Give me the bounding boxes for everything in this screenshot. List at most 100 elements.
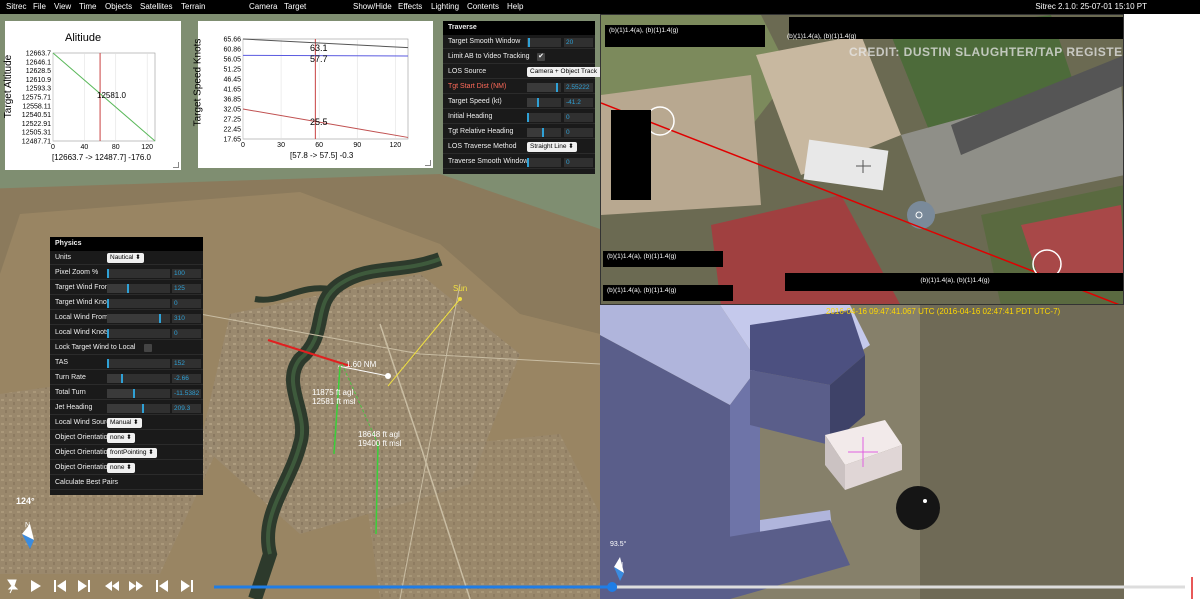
slider-knob[interactable]	[107, 269, 109, 278]
slider-knob[interactable]	[159, 314, 162, 323]
traverse-row[interactable]: Initial Heading 0	[443, 110, 595, 124]
traverse-row[interactable]: Limit AB to Video Tracking ✔	[443, 50, 595, 64]
slider-knob[interactable]	[107, 359, 109, 368]
menu-view[interactable]: View	[54, 2, 71, 11]
physics-value-field[interactable]: 0	[172, 299, 201, 308]
slider-knob[interactable]	[527, 113, 529, 122]
slider-knob[interactable]	[528, 38, 531, 47]
physics-row[interactable]: Jet Heading 209.3	[50, 401, 203, 415]
video-view[interactable]: (b)(1)1.4(a), (b)(1)1.4(g) (b)(1)1.4(a),…	[600, 14, 1124, 305]
physics-slider[interactable]	[107, 404, 170, 413]
traverse-row[interactable]: Tgt Start Dist (NM) 2.55222	[443, 80, 595, 94]
physics-row[interactable]: TAS 152	[50, 356, 203, 370]
physics-slider[interactable]	[107, 389, 170, 398]
physics-title[interactable]: Physics	[50, 237, 203, 251]
altitude-chart-panel[interactable]: 12663.7 12646.1 12628.5 12610.9 12593.3 12575…	[3, 21, 181, 170]
menu-lighting[interactable]: Lighting	[431, 2, 459, 11]
physics-select[interactable]: frontPointing ⬍	[107, 448, 157, 458]
slider-knob[interactable]	[107, 329, 109, 338]
traverse-select[interactable]: Straight Line ⬍	[527, 142, 577, 152]
step-forward-icon[interactable]	[75, 578, 93, 594]
traverse-value-field[interactable]: 0	[564, 128, 593, 137]
skip-start-icon[interactable]	[153, 578, 171, 594]
traverse-slider[interactable]	[527, 38, 561, 47]
physics-row[interactable]: Total Turn -11.5382	[50, 386, 203, 400]
traverse-slider[interactable]	[527, 98, 561, 107]
menu-satellites[interactable]: Satellites	[140, 2, 172, 11]
physics-select[interactable]: none ⬍	[107, 463, 135, 473]
menu-effects[interactable]: Effects	[398, 2, 422, 11]
traverse-value-field[interactable]: 0	[564, 158, 593, 167]
physics-row[interactable]: Object Orientation type none ⬍	[50, 461, 203, 475]
traverse-slider[interactable]	[527, 113, 561, 122]
traverse-value-field[interactable]: 20	[564, 38, 593, 47]
physics-row[interactable]: Units Nautical ⬍	[50, 251, 203, 265]
physics-row[interactable]: Object Orientation type none ⬍	[50, 431, 203, 445]
slider-knob[interactable]	[536, 98, 539, 107]
look-view[interactable]: 2016-04-16 09:47:41.067 UTC (2016-04-16 …	[600, 305, 1124, 599]
slider-knob[interactable]	[107, 299, 109, 308]
traverse-row[interactable]: LOS Traverse Method Straight Line ⬍	[443, 140, 595, 154]
physics-row[interactable]: Turn Rate -2.66	[50, 371, 203, 385]
slider-knob[interactable]	[527, 158, 529, 167]
slider-knob[interactable]	[133, 389, 136, 398]
physics-value-field[interactable]: 209.3	[172, 404, 201, 413]
rewind-icon[interactable]	[103, 578, 121, 594]
physics-checkbox[interactable]	[144, 344, 152, 352]
physics-row[interactable]: Object Orientation type frontPointing ⬍	[50, 446, 203, 460]
physics-value-field[interactable]: 152	[172, 359, 201, 368]
physics-slider[interactable]	[107, 299, 170, 308]
physics-row[interactable]: Target Wind From 125	[50, 281, 203, 295]
physics-value-field[interactable]: 100	[172, 269, 201, 278]
slider-knob[interactable]	[542, 128, 544, 137]
traverse-slider[interactable]	[527, 158, 561, 167]
slider-knob[interactable]	[127, 284, 130, 293]
traverse-slider[interactable]	[527, 128, 561, 137]
menu-camera[interactable]: Camera	[249, 2, 277, 11]
traverse-row[interactable]: Traverse Smooth Window 0	[443, 155, 595, 169]
play-icon[interactable]	[27, 578, 45, 594]
slider-knob[interactable]	[556, 83, 559, 92]
traverse-row[interactable]: Target Speed (kt) -41.2	[443, 95, 595, 109]
traverse-select[interactable]: Camera + Object Track ⬍	[527, 67, 608, 77]
physics-select[interactable]: Manual ⬍	[107, 418, 142, 428]
menu-target[interactable]: Target	[284, 2, 306, 11]
physics-value-field[interactable]: 125	[172, 284, 201, 293]
traverse-row[interactable]: Target Smooth Window 20	[443, 35, 595, 49]
physics-slider[interactable]	[107, 284, 170, 293]
resize-handle[interactable]	[173, 162, 179, 168]
menu-contents[interactable]: Contents	[467, 2, 499, 11]
physics-slider[interactable]	[107, 329, 170, 338]
physics-row[interactable]: Local Wind Knots 0	[50, 326, 203, 340]
traverse-checkbox[interactable]: ✔	[537, 53, 545, 61]
menu-sitrec[interactable]: Sitrec	[6, 2, 26, 11]
menu-time[interactable]: Time	[79, 2, 96, 11]
physics-row[interactable]: Local Wind From 310	[50, 311, 203, 325]
physics-row[interactable]: Pixel Zoom % 100	[50, 266, 203, 280]
slider-knob[interactable]	[141, 404, 144, 413]
menu-show-hide[interactable]: Show/Hide	[353, 2, 392, 11]
physics-slider[interactable]	[107, 374, 170, 383]
traverse-title[interactable]: Traverse	[443, 21, 595, 35]
timeline-scrubber[interactable]	[200, 577, 1200, 599]
physics-row[interactable]: Calculate Best Pairs	[50, 476, 203, 490]
menu-objects[interactable]: Objects	[105, 2, 132, 11]
step-back-icon[interactable]	[51, 578, 69, 594]
physics-row[interactable]: Target Wind Knots 0	[50, 296, 203, 310]
traverse-row[interactable]: Tgt Relative Heading 0	[443, 125, 595, 139]
resize-handle[interactable]	[425, 160, 431, 166]
fast-forward-icon[interactable]	[127, 578, 145, 594]
speed-chart-panel[interactable]: 65.66 60.86 56.05 51.25 46.45 41.65 36.85 32.05…	[192, 21, 433, 168]
physics-value-field[interactable]: 310	[172, 314, 201, 323]
physics-value-field[interactable]: 0	[172, 329, 201, 338]
physics-slider[interactable]	[107, 359, 170, 368]
pin-icon[interactable]	[4, 578, 22, 594]
menu-file[interactable]: File	[33, 2, 46, 11]
traverse-slider[interactable]	[527, 83, 561, 92]
physics-row[interactable]: Local Wind Source Manual ⬍	[50, 416, 203, 430]
menu-help[interactable]: Help	[507, 2, 523, 11]
physics-slider[interactable]	[107, 314, 170, 323]
traverse-value-field[interactable]: -41.2	[564, 98, 593, 107]
physics-select[interactable]: Nautical ⬍	[107, 253, 144, 263]
traverse-row[interactable]: LOS Source Camera + Object Track ⬍	[443, 65, 608, 79]
